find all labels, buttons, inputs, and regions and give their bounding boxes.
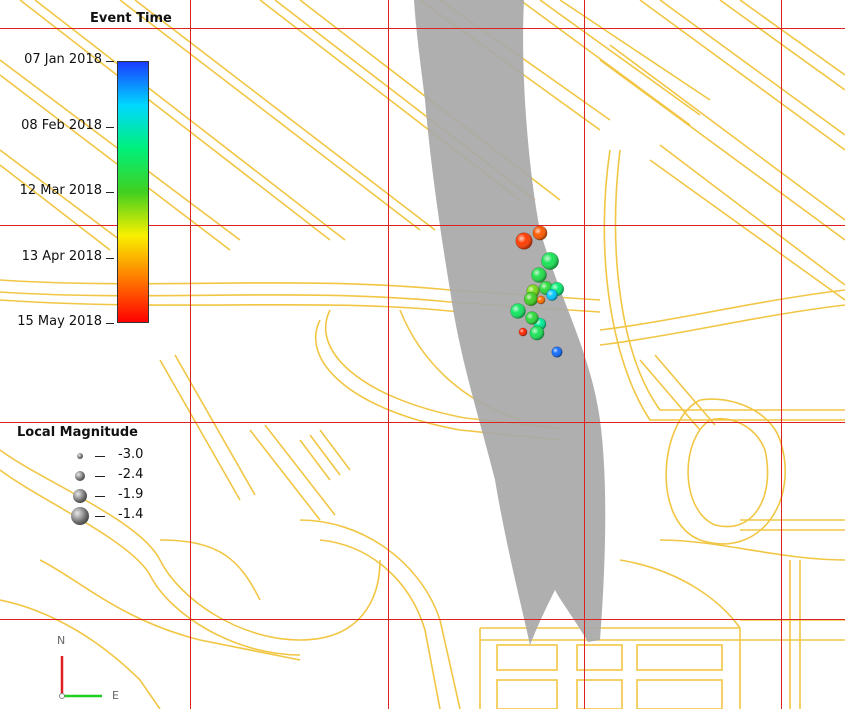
- colorbar-tick-label: 15 May 2018: [17, 314, 102, 329]
- magnitude-symbol: [77, 453, 83, 459]
- colorbar-tick-label: 12 Mar 2018: [19, 183, 102, 198]
- axes-origin: [59, 693, 65, 699]
- event-time-title: Event Time: [90, 11, 172, 26]
- orientation-axes: [59, 656, 102, 699]
- magnitude-dash: [95, 516, 105, 517]
- colorbar-tick-label: 07 Jan 2018: [24, 52, 102, 67]
- colorbar-tick-label: 13 Apr 2018: [21, 249, 102, 264]
- magnitude-dash: [95, 476, 105, 477]
- magnitude-symbol: [75, 471, 85, 481]
- event-time-colorbar: [117, 61, 149, 323]
- event-marker-shade: [546, 289, 558, 301]
- east-label: E: [112, 689, 119, 702]
- colorbar-tick-mark: [106, 127, 114, 128]
- magnitude-dash: [95, 456, 105, 457]
- magnitude-value: -1.9: [118, 487, 144, 502]
- event-marker-shade: [510, 303, 526, 319]
- magnitude-legend-title: Local Magnitude: [17, 425, 138, 440]
- magnitude-dash: [95, 496, 105, 497]
- event-marker-shade: [518, 327, 528, 337]
- colorbar-tick-mark: [106, 323, 114, 324]
- event-marker-shade: [536, 295, 546, 305]
- event-marker-shade: [531, 267, 547, 283]
- event-marker-shade: [532, 225, 548, 241]
- colorbar-tick-mark: [106, 61, 114, 62]
- colorbar-tick-mark: [106, 192, 114, 193]
- colorbar-tick-label: 08 Feb 2018: [21, 118, 102, 133]
- colorbar-tick-mark: [106, 258, 114, 259]
- event-marker-shade: [541, 252, 559, 270]
- magnitude-value: -3.0: [118, 447, 144, 462]
- magnitude-value: -2.4: [118, 467, 144, 482]
- magnitude-symbol: [73, 489, 87, 503]
- north-label: N: [57, 634, 66, 647]
- event-marker-shade: [529, 325, 545, 341]
- magnitude-symbol: [71, 507, 89, 525]
- event-marker-shade: [525, 311, 539, 325]
- event-marker-shade: [524, 292, 538, 306]
- magnitude-value: -1.4: [118, 507, 144, 522]
- event-marker-shade: [551, 346, 563, 358]
- event-marker-shade: [515, 232, 533, 250]
